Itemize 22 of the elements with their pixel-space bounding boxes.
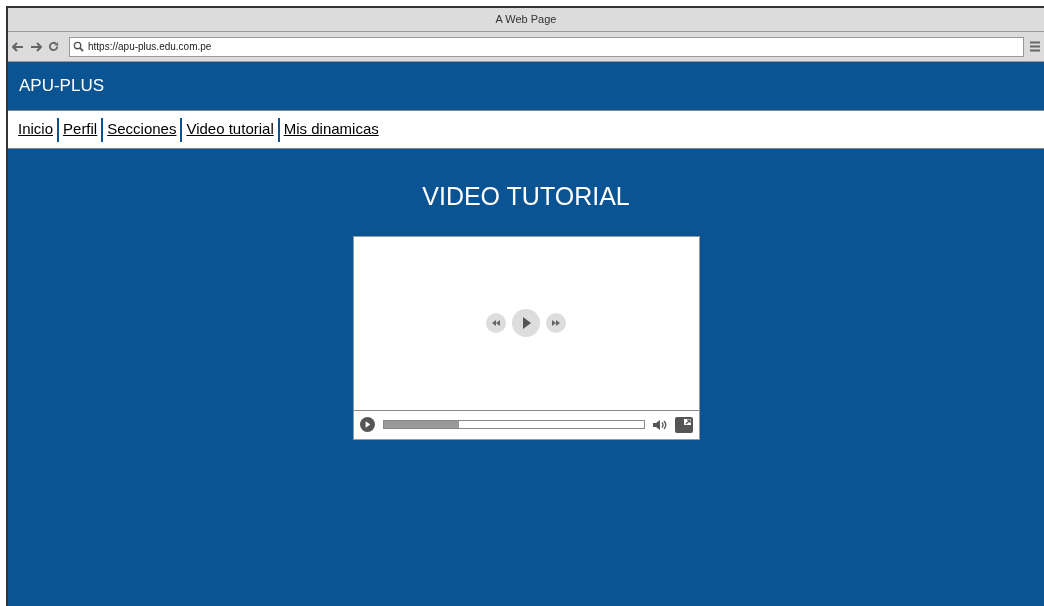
- play-icon[interactable]: [512, 309, 540, 337]
- forward-arrow-icon[interactable]: [30, 41, 42, 52]
- nav-link[interactable]: Secciones: [107, 118, 177, 141]
- nav-link[interactable]: Perfil: [63, 118, 98, 141]
- url-text: https://apu-plus.edu.com.pe: [88, 40, 212, 54]
- reload-icon[interactable]: [48, 41, 59, 52]
- rewind-icon[interactable]: [486, 313, 506, 333]
- site-title: APU-PLUS: [19, 75, 105, 98]
- fullscreen-icon[interactable]: [674, 416, 693, 433]
- progress-bar[interactable]: [382, 420, 645, 429]
- play-icon[interactable]: [359, 417, 375, 432]
- nav-link[interactable]: Inicio: [18, 118, 54, 141]
- menu-icon[interactable]: [1030, 41, 1040, 52]
- fast-forward-icon[interactable]: [546, 313, 566, 333]
- window-title: A Web Page: [495, 12, 557, 28]
- volume-icon[interactable]: [652, 418, 667, 431]
- nav-link[interactable]: Mis dinamicas: [283, 118, 379, 141]
- address-field[interactable]: https://apu-plus.edu.com.pe: [69, 36, 1024, 57]
- back-arrow-icon[interactable]: [12, 41, 24, 52]
- page-heading: VIDEO TUTORIAL: [422, 181, 630, 212]
- search-icon: [73, 41, 84, 52]
- nav-link[interactable]: Video tutorial: [186, 118, 274, 141]
